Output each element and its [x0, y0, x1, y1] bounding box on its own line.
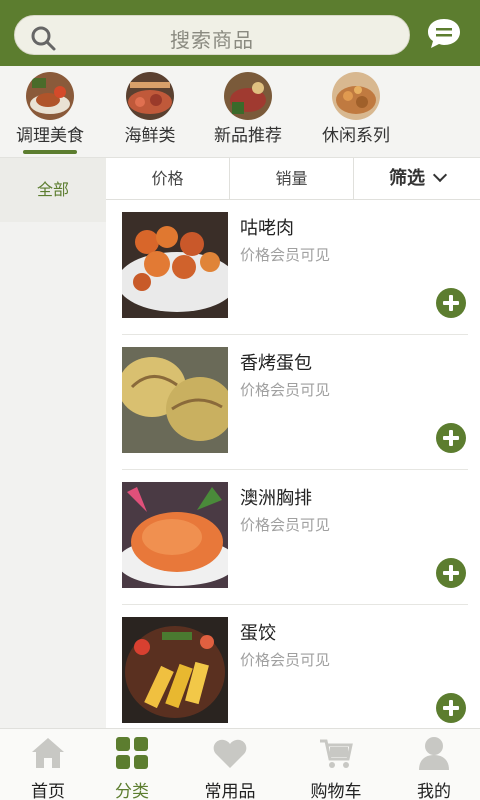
category-tab-prepared-food[interactable]: 调理美食	[0, 66, 100, 158]
product-name: 咕咾肉	[240, 218, 294, 239]
search-placeholder: 搜索商品	[170, 28, 254, 52]
category-thumbnail	[26, 72, 74, 120]
tab-favorites[interactable]: 常用品	[182, 729, 278, 800]
product-image	[122, 347, 228, 453]
filter-label: 筛选	[389, 168, 425, 189]
product-list: 咕咾肉 价格会员可见 香烤蛋包 价格会员可见 澳洲胸排 价格会员可见 蛋饺 价格…	[106, 200, 480, 728]
product-price: 价格会员可见	[240, 651, 331, 669]
category-label: 调理美食	[16, 126, 84, 146]
product-image	[122, 617, 228, 723]
product-price: 价格会员可见	[240, 516, 331, 534]
tab-cart[interactable]: 购物车	[288, 729, 384, 800]
add-to-cart-button[interactable]	[436, 693, 466, 723]
tab-label: 购物车	[310, 782, 362, 800]
product-item[interactable]: 香烤蛋包 价格会员可见	[106, 335, 480, 470]
top-header: 搜索商品	[0, 0, 480, 66]
category-tab-snacks[interactable]: 休闲系列	[306, 66, 406, 158]
home-icon	[32, 738, 64, 768]
add-to-cart-button[interactable]	[436, 558, 466, 588]
product-price: 价格会员可见	[240, 246, 331, 264]
heart-icon	[213, 739, 247, 768]
category-thumbnail	[224, 72, 272, 120]
category-tab-seafood[interactable]: 海鲜类	[100, 66, 200, 158]
product-item[interactable]: 澳洲胸排 价格会员可见	[106, 470, 480, 605]
category-tab-new-products[interactable]: 新品推荐	[198, 66, 298, 158]
tab-label: 分类	[115, 782, 149, 800]
tab-label: 首页	[31, 782, 65, 800]
filter-button[interactable]: 筛选	[354, 158, 480, 200]
bottom-tab-bar: 首页 分类 常用品 购物车 我的	[0, 728, 480, 800]
sort-by-sales[interactable]: 销量	[230, 158, 354, 200]
category-thumbnail	[332, 72, 380, 120]
tab-category[interactable]: 分类	[84, 729, 180, 800]
category-thumbnail	[126, 72, 174, 120]
category-label: 海鲜类	[124, 126, 176, 146]
chevron-down-icon	[432, 167, 448, 183]
product-image	[122, 212, 228, 318]
add-to-cart-button[interactable]	[436, 423, 466, 453]
product-name: 蛋饺	[240, 623, 276, 644]
sort-bar: 价格 销量 筛选	[106, 158, 480, 200]
search-bar[interactable]: 搜索商品	[14, 15, 410, 55]
tab-profile[interactable]: 我的	[386, 729, 480, 800]
product-image	[122, 482, 228, 588]
product-price: 价格会员可见	[240, 381, 331, 399]
tab-home[interactable]: 首页	[0, 729, 96, 800]
product-item[interactable]: 蛋饺 价格会员可见	[106, 605, 480, 728]
category-strip: 调理美食 海鲜类 新品推荐 休闲系列	[0, 66, 480, 158]
product-name: 澳洲胸排	[240, 488, 312, 509]
sort-by-price[interactable]: 价格	[106, 158, 230, 200]
sidebar: 全部	[0, 158, 106, 728]
sidebar-item-all[interactable]: 全部	[0, 158, 106, 222]
category-label: 新品推荐	[214, 126, 282, 146]
tab-label: 常用品	[204, 782, 256, 800]
user-icon	[419, 737, 449, 770]
active-category-indicator	[23, 150, 77, 154]
category-label: 休闲系列	[322, 126, 390, 146]
product-item[interactable]: 咕咾肉 价格会员可见	[106, 200, 480, 335]
chat-icon[interactable]	[426, 16, 462, 52]
cart-icon	[320, 739, 353, 768]
tab-label: 我的	[417, 782, 451, 800]
product-name: 香烤蛋包	[240, 353, 312, 374]
category-grid-icon	[116, 737, 148, 769]
add-to-cart-button[interactable]	[436, 288, 466, 318]
